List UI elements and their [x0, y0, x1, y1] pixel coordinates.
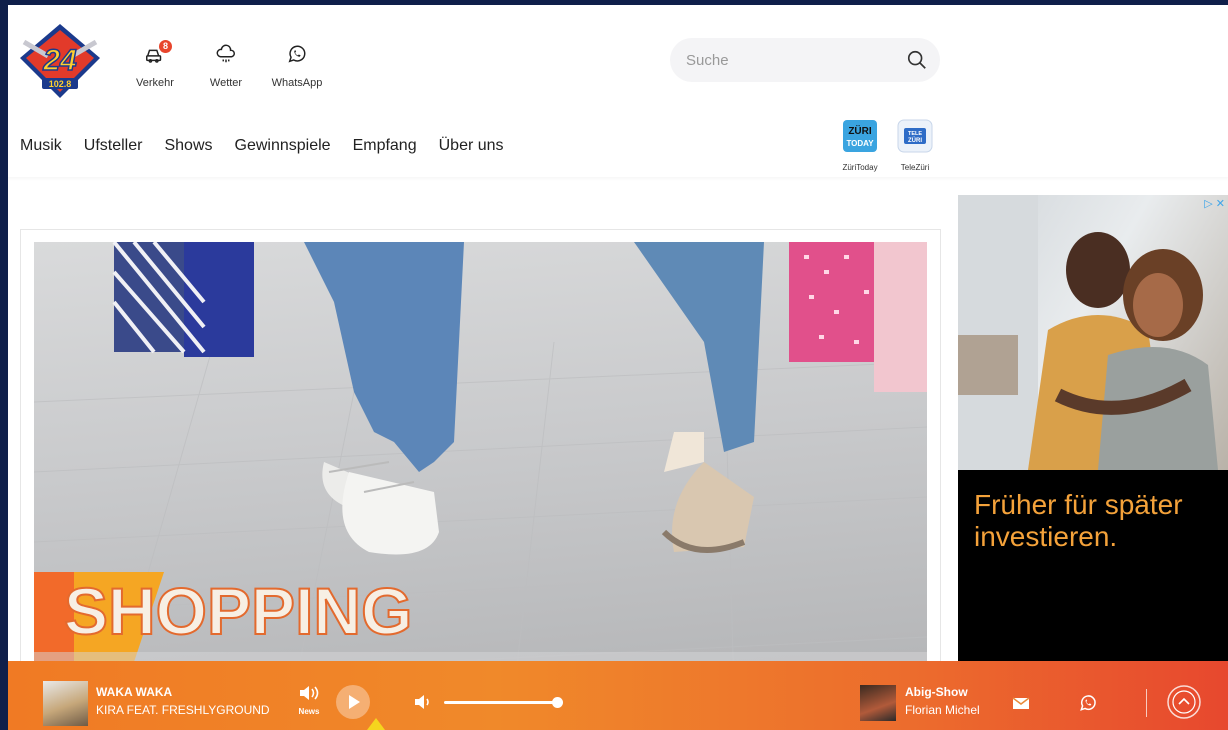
telezuri-logo: TELE ZÜRI [897, 119, 933, 153]
quicklink-whatsapp[interactable]: WhatsApp [262, 43, 332, 89]
mouse-pointer-icon [367, 718, 385, 730]
shopping-bag-right [789, 242, 927, 392]
nav-item-empfang[interactable]: Empfang [353, 137, 417, 155]
cloud-rain-icon [216, 44, 235, 63]
host-name: Florian Michel [905, 703, 980, 717]
quicklink-label: Wetter [209, 77, 243, 89]
whatsapp-icon [288, 45, 306, 63]
zuritoday-logo: ZÜRI TODAY [843, 120, 877, 152]
quicklink-verkehr[interactable]: 8 Verkehr [120, 40, 190, 89]
shopping-bag-left [112, 242, 254, 357]
svg-text:ZÜRI: ZÜRI [848, 124, 872, 137]
radio24-logo[interactable]: 24 102.8 [18, 22, 102, 100]
quicklink-label: Verkehr [136, 77, 174, 89]
volume-icon[interactable] [413, 694, 433, 710]
track-cover-art [43, 681, 88, 726]
svg-text:TELE: TELE [908, 131, 922, 137]
main-nav: Musik Ufsteller Shows Gewinnspiele Empfa… [20, 137, 526, 155]
news-button[interactable]: News [294, 685, 324, 716]
nav-item-ufsteller[interactable]: Ufsteller [84, 137, 143, 155]
site-header: 24 102.8 8 Verkehr Wetter WhatsApp Suche [8, 5, 1228, 177]
nav-item-ueber-uns[interactable]: Über uns [439, 137, 504, 155]
track-title: WAKA WAKA [96, 685, 173, 699]
advertisement[interactable]: ▷ ✕ Früher für später investieren. [958, 195, 1228, 665]
partner-zuritoday[interactable]: ZÜRI TODAY ZüriToday [837, 119, 883, 172]
quicklink-wetter[interactable]: Wetter [191, 43, 261, 89]
play-icon [349, 695, 360, 709]
logo-number: 24 [42, 44, 77, 77]
volume-slider[interactable] [444, 697, 563, 708]
radio-player-bar: WAKA WAKA KIRA FEAT. FRESHLYGROUND News … [8, 661, 1228, 730]
host-avatar [860, 685, 896, 721]
nav-item-gewinnspiele[interactable]: Gewinnspiele [235, 137, 331, 155]
legs-right [634, 242, 764, 553]
partner-label: ZüriToday [842, 163, 878, 172]
mail-icon[interactable] [1011, 693, 1031, 713]
player-divider [1146, 689, 1147, 717]
partner-telezuri[interactable]: TELE ZÜRI TeleZüri [892, 119, 938, 172]
play-button[interactable] [336, 685, 370, 719]
chevron-up-icon[interactable] [1166, 684, 1202, 720]
whatsapp-icon[interactable] [1078, 693, 1098, 713]
hero-overlay-text: SHOPPING [64, 574, 412, 648]
search-field[interactable]: Suche [670, 38, 940, 82]
article-card[interactable]: SHOPPING [20, 229, 941, 699]
ad-photo-couple [958, 195, 1228, 470]
legs-left [304, 242, 464, 555]
nav-item-musik[interactable]: Musik [20, 137, 62, 155]
track-artist: KIRA FEAT. FRESHLYGROUND [96, 703, 270, 717]
nav-item-shows[interactable]: Shows [164, 137, 212, 155]
ad-headline: Früher für später investieren. [974, 489, 1183, 552]
svg-text:TODAY: TODAY [846, 139, 874, 148]
partner-label: TeleZüri [900, 163, 930, 172]
quicklink-label: WhatsApp [271, 77, 323, 89]
svg-text:ZÜRI: ZÜRI [908, 137, 922, 144]
logo-frequency: 102.8 [49, 79, 72, 89]
show-name: Abig-Show [905, 685, 968, 699]
news-label: News [298, 707, 320, 716]
search-placeholder: Suche [686, 52, 729, 69]
ad-choices-badge[interactable]: ▷ ✕ [1204, 197, 1225, 210]
search-icon[interactable] [906, 49, 928, 71]
volume-slider-handle[interactable] [552, 697, 563, 708]
page: 24 102.8 8 Verkehr Wetter WhatsApp Suche [8, 5, 1228, 730]
speaker-icon [300, 686, 319, 700]
traffic-count-badge: 8 [159, 40, 172, 53]
shopping-photo: SHOPPING [34, 242, 927, 692]
hero-image[interactable]: SHOPPING [34, 242, 927, 692]
